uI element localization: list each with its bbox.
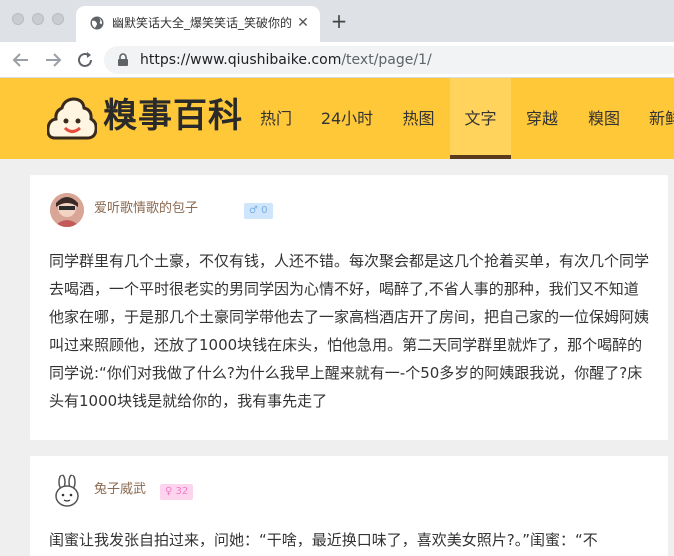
gender-age-badge: ♂ 0 xyxy=(244,203,273,219)
address-bar[interactable]: https://www.qiushibaike.com/text/page/1/ xyxy=(104,46,674,74)
post-card: 兔子威武 ♀ 32 闺蜜让我发张自拍过来，问她：“干啥，最近换口味了，喜欢美女照… xyxy=(30,456,668,556)
tab-close-icon[interactable]: ✕ xyxy=(294,14,312,32)
post-text[interactable]: 同学群里有几个土豪，不仅有钱，人还不错。每次聚会都是这几个抢着买单，有次几个同学… xyxy=(49,247,651,415)
browser-toolbar: https://www.qiushibaike.com/text/page/1/ xyxy=(0,42,674,78)
nav-item-text[interactable]: 文字 xyxy=(450,78,511,159)
nav-item-fresh[interactable]: 新鲜 xyxy=(635,78,674,159)
url-path: /text/page/1/ xyxy=(341,52,432,68)
browser-tab-strip: 幽默笑话大全_爆笑笑话_笑破你的肚子 ✕ + xyxy=(0,0,674,42)
post-card: 爱听歌情歌的包子 ♂ 0 同学群里有几个土豪，不仅有钱，人还不错。每次聚会都是这… xyxy=(30,175,668,440)
window-minimize-dot[interactable] xyxy=(32,13,44,25)
nav-item-24h[interactable]: 24小时 xyxy=(307,78,387,159)
avatar[interactable] xyxy=(50,474,84,508)
nav-item-hot-pics[interactable]: 热图 xyxy=(387,78,450,159)
qiubai-logo-icon[interactable] xyxy=(47,94,97,142)
lock-icon xyxy=(118,53,128,66)
url-text: https://www.qiushibaike.com/text/page/1/ xyxy=(140,52,432,68)
nav-item-pics[interactable]: 糗图 xyxy=(573,78,635,159)
nav-item-hot[interactable]: 热门 xyxy=(245,78,307,159)
tab-title: 幽默笑话大全_爆笑笑话_笑破你的肚子 xyxy=(112,16,292,30)
browser-tab[interactable]: 幽默笑话大全_爆笑笑话_笑破你的肚子 ✕ xyxy=(76,6,320,42)
site-header: 糗事百科 热门 24小时 热图 文字 穿越 糗图 新鲜 xyxy=(0,78,674,159)
window-zoom-dot[interactable] xyxy=(52,13,64,25)
content-area: 爱听歌情歌的包子 ♂ 0 同学群里有几个土豪，不仅有钱，人还不错。每次聚会都是这… xyxy=(0,159,674,556)
new-tab-button[interactable]: + xyxy=(330,11,348,31)
reload-icon[interactable] xyxy=(74,49,96,71)
url-host: https://www.qiushibaike.com xyxy=(140,52,342,68)
forward-arrow-icon[interactable] xyxy=(42,49,64,71)
globe-icon xyxy=(90,16,104,30)
post-username[interactable]: 兔子威武 xyxy=(94,482,146,498)
gender-age-badge: ♀ 32 xyxy=(160,484,194,500)
avatar[interactable] xyxy=(50,193,84,227)
nav-item-history[interactable]: 穿越 xyxy=(511,78,573,159)
logo-text[interactable]: 糗事百科 xyxy=(103,96,243,136)
post-username[interactable]: 爱听歌情歌的包子 xyxy=(94,201,198,217)
window-close-dot[interactable] xyxy=(12,13,24,25)
back-arrow-icon[interactable] xyxy=(10,49,32,71)
post-text[interactable]: 闺蜜让我发张自拍过来，问她：“干啥，最近换口味了，喜欢美女照片?。”闺蜜：“不 xyxy=(49,526,651,554)
